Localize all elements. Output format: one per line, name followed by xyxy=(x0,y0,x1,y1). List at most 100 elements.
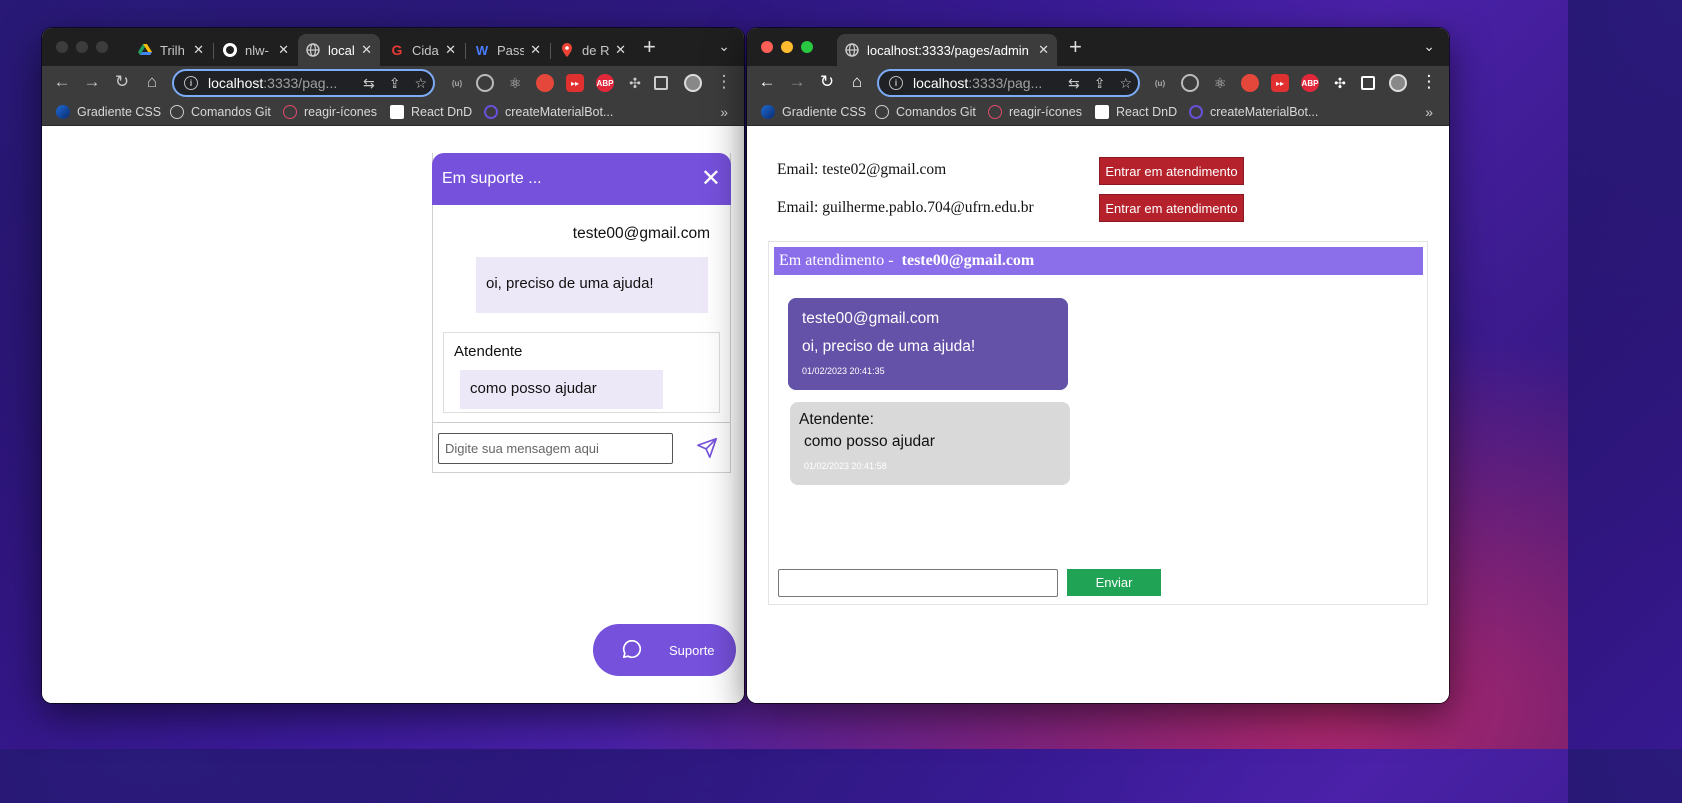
target-extension-icon[interactable] xyxy=(1181,74,1199,92)
material-icon xyxy=(1189,105,1203,119)
lighthouse-icon[interactable] xyxy=(536,74,554,92)
send-icon[interactable] xyxy=(696,437,718,464)
site-info-icon[interactable]: i xyxy=(889,76,903,90)
enter-attendance-button[interactable]: Entrar em atendimento xyxy=(1099,157,1244,185)
profile-avatar[interactable] xyxy=(1389,74,1407,92)
react-icons-icon xyxy=(988,105,1002,119)
close-tab-icon[interactable]: ✕ xyxy=(193,42,204,58)
more-menu-icon[interactable]: ⋮ xyxy=(1419,72,1439,92)
translate-icon[interactable]: ⇆ xyxy=(363,75,375,92)
bookmark-gradiente[interactable]: Gradiente CSS xyxy=(56,105,161,119)
send-button[interactable]: Enviar xyxy=(1067,569,1161,596)
home-icon[interactable]: ⌂ xyxy=(847,72,867,92)
message-timestamp: 01/02/2023 20:41:35 xyxy=(802,366,885,376)
enter-attendance-button[interactable]: Entrar em atendimento xyxy=(1099,194,1244,222)
browser-toolbar: ← → ↻ ⌂ i localhost:3333/pag... ⇆ ⇪ ☆ (u… xyxy=(42,66,744,100)
bookmark-star-icon[interactable]: ☆ xyxy=(1119,75,1132,92)
adblock-plus-icon[interactable]: ABP xyxy=(596,74,614,92)
zoom-window-button[interactable] xyxy=(96,41,108,53)
extension-icon[interactable]: (u) xyxy=(1151,74,1169,92)
puzzle-icon[interactable]: ✣ xyxy=(626,74,644,92)
tab-maps[interactable]: de R ✕ xyxy=(552,34,634,66)
close-tab-icon[interactable]: ✕ xyxy=(278,42,289,58)
lighthouse-icon[interactable] xyxy=(1241,74,1259,92)
site-info-icon[interactable]: i xyxy=(184,76,198,90)
window-controls xyxy=(761,41,813,53)
bookmark-material[interactable]: createMaterialBot... xyxy=(1189,105,1318,119)
bookmarks-bar: Gradiente CSS Comandos Git reagir-ícones… xyxy=(747,100,1449,126)
side-panel-icon[interactable] xyxy=(654,76,668,90)
reply-input[interactable] xyxy=(778,569,1058,597)
side-panel-icon[interactable] xyxy=(1361,76,1375,90)
bookmark-icones[interactable]: reagir-ícones xyxy=(988,105,1082,119)
address-bar[interactable]: i localhost:3333/pag... ⇆ ⇪ ☆ xyxy=(172,69,435,97)
target-extension-icon[interactable] xyxy=(476,74,494,92)
back-arrow-icon[interactable]: ← xyxy=(52,72,72,92)
tab-drive[interactable]: Trilh ✕ xyxy=(130,34,212,66)
tab-search-chevron-icon[interactable]: ⌄ xyxy=(1423,38,1435,55)
zoom-window-button[interactable] xyxy=(801,41,813,53)
close-window-button[interactable] xyxy=(56,41,68,53)
profile-avatar[interactable] xyxy=(684,74,702,92)
chat-title: Em suporte ... xyxy=(442,170,542,187)
bookmark-star-icon[interactable]: ☆ xyxy=(414,75,427,92)
tab-pass[interactable]: W Pass ✕ xyxy=(467,34,549,66)
close-tab-icon[interactable]: ✕ xyxy=(361,42,372,58)
bookmark-git[interactable]: Comandos Git xyxy=(170,105,271,119)
new-tab-button[interactable]: + xyxy=(1069,36,1082,58)
home-icon[interactable]: ⌂ xyxy=(142,72,162,92)
more-menu-icon[interactable]: ⋮ xyxy=(714,72,734,92)
reload-icon[interactable]: ↻ xyxy=(112,72,132,92)
support-button[interactable]: Suporte xyxy=(593,624,736,676)
close-tab-icon[interactable]: ✕ xyxy=(530,42,541,58)
client-email: Email: guilherme.pablo.704@ufrn.edu.br xyxy=(777,199,1034,216)
new-tab-button[interactable]: + xyxy=(643,36,656,58)
share-icon[interactable]: ⇪ xyxy=(389,75,401,92)
address-path: :3333/pag... xyxy=(263,75,338,91)
message-input[interactable]: Digite sua mensagem aqui xyxy=(438,433,673,464)
video-extension-icon[interactable]: ▸▸ xyxy=(566,74,584,92)
close-tab-icon[interactable]: ✕ xyxy=(1038,42,1049,58)
tab-admin[interactable]: localhost:3333/pages/admin ✕ xyxy=(837,34,1057,66)
forward-arrow-icon[interactable]: → xyxy=(82,72,102,92)
tab-cida[interactable]: G Cida ✕ xyxy=(382,34,464,66)
gradient-icon xyxy=(761,105,775,119)
more-bookmarks-icon[interactable]: » xyxy=(1425,104,1433,120)
minimize-window-button[interactable] xyxy=(76,41,88,53)
puzzle-icon[interactable]: ✣ xyxy=(1331,74,1349,92)
react-devtools-icon[interactable]: ⚛ xyxy=(1211,74,1229,92)
bookmark-icones[interactable]: reagir-ícones xyxy=(283,105,377,119)
user-message: teste00@gmail.com oi, preciso de uma aju… xyxy=(788,298,1068,390)
message-sender: teste00@gmail.com xyxy=(802,310,940,327)
material-icon xyxy=(484,105,498,119)
tab-title: Trilh xyxy=(160,42,185,58)
share-icon[interactable]: ⇪ xyxy=(1094,75,1106,92)
globe-icon xyxy=(170,105,184,119)
tab-github[interactable]: nlw- ✕ xyxy=(215,34,297,66)
tab-search-chevron-icon[interactable]: ⌄ xyxy=(718,38,730,55)
bookmark-gradiente[interactable]: Gradiente CSS xyxy=(761,105,866,119)
reload-icon[interactable]: ↻ xyxy=(817,72,837,92)
close-icon[interactable]: ✕ xyxy=(701,167,721,191)
adblock-plus-icon[interactable]: ABP xyxy=(1301,74,1319,92)
address-bar[interactable]: i localhost:3333/pag... ⇆ ⇪ ☆ xyxy=(877,69,1140,97)
translate-icon[interactable]: ⇆ xyxy=(1068,75,1080,92)
bookmark-material[interactable]: createMaterialBot... xyxy=(484,105,613,119)
dnd-icon xyxy=(1095,105,1109,119)
tab-localhost[interactable]: local ✕ xyxy=(298,34,380,66)
back-arrow-icon[interactable]: ← xyxy=(757,72,777,92)
extension-icon[interactable]: (u) xyxy=(448,74,466,92)
close-window-button[interactable] xyxy=(761,41,773,53)
close-tab-icon[interactable]: ✕ xyxy=(445,42,456,58)
react-devtools-icon[interactable]: ⚛ xyxy=(506,74,524,92)
close-tab-icon[interactable]: ✕ xyxy=(615,42,626,58)
bookmark-dnd[interactable]: React DnD xyxy=(390,105,472,119)
bookmark-git[interactable]: Comandos Git xyxy=(875,105,976,119)
agent-label: Atendente xyxy=(454,343,523,360)
minimize-window-button[interactable] xyxy=(781,41,793,53)
video-extension-icon[interactable]: ▸▸ xyxy=(1271,74,1289,92)
forward-arrow-icon[interactable]: → xyxy=(787,72,807,92)
more-bookmarks-icon[interactable]: » xyxy=(720,104,728,120)
bookmark-dnd[interactable]: React DnD xyxy=(1095,105,1177,119)
message-text: oi, preciso de uma ajuda! xyxy=(802,338,976,355)
